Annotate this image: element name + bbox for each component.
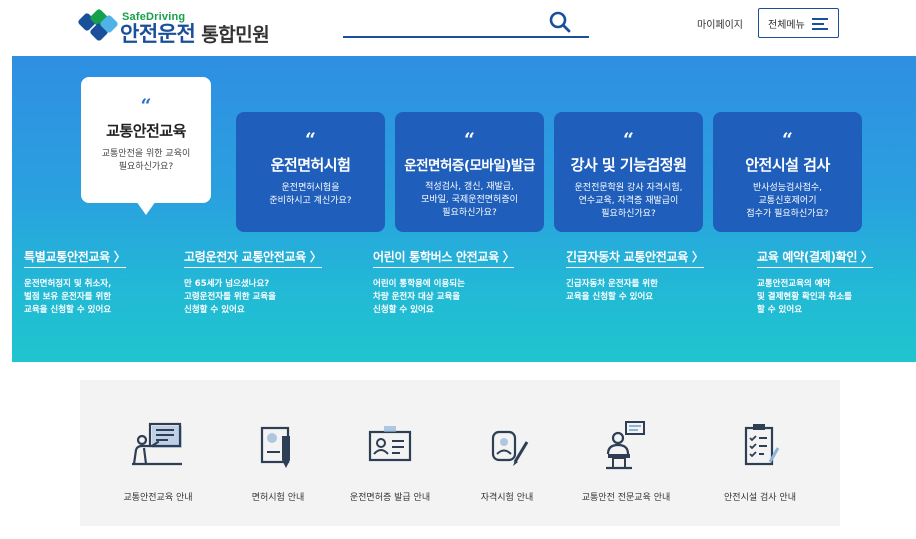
service-label: 운전면허증 발급 안내 <box>349 493 431 503</box>
checklist-clipboard-icon <box>744 424 780 466</box>
service-traffic-education-guide[interactable]: 교통안전교육 안내 <box>98 418 218 503</box>
card-license-exam[interactable]: “ 운전면허시험 운전면허시험을 준비하시고 계신가요? <box>236 112 385 232</box>
license-card-icon <box>368 426 412 462</box>
card-title: 운전면허시험 <box>270 156 351 174</box>
hamburger-menu-icon <box>812 18 828 30</box>
link-special-traffic-education[interactable]: 특별교통안전교육 〉 운전면허정지 및 취소자, 벌점 보유 운전자를 위한 교… <box>24 246 126 317</box>
site-logo[interactable]: SafeDriving 안전운전 통합민원 <box>77 8 270 48</box>
service-professional-education-guide[interactable]: 교통안전 전문교육 안내 <box>566 418 686 503</box>
link-title[interactable]: 교육 예약(결제)확인 〉 <box>757 248 873 268</box>
exam-paper-pen-icon <box>260 426 290 468</box>
link-description: 교통안전교육의 예약 및 결제현황 확인과 취소를 할 수 있어요 <box>757 279 852 315</box>
link-description: 긴급자동차 운전자를 위한 교육을 신청할 수 있어요 <box>566 279 658 302</box>
service-label: 안전시설 검사 안내 <box>724 493 796 503</box>
service-license-issuance-guide[interactable]: 운전면허증 발급 안내 <box>330 418 450 503</box>
logo-tail: 통합민원 <box>201 23 270 46</box>
card-title: 운전면허증(모바일)발급 <box>404 158 535 174</box>
service-license-exam-guide[interactable]: 면허시험 안내 <box>218 418 338 503</box>
link-reservation-check[interactable]: 교육 예약(결제)확인 〉 교통안전교육의 예약 및 결제현황 확인과 취소를 … <box>757 246 873 317</box>
lecture-board-icon <box>132 422 182 466</box>
link-elderly-driver-education[interactable]: 고령운전자 교통안전교육 〉 만 65세가 넘으셨나요? 고령운전자를 위한 교… <box>184 246 322 317</box>
service-label: 교통안전교육 안내 <box>123 493 193 503</box>
link-school-bus-education[interactable]: 어린이 통학버스 안전교육 〉 어린이 통학용에 이용되는 차량 운전자 대상 … <box>373 246 515 317</box>
link-title[interactable]: 고령운전자 교통안전교육 〉 <box>184 248 322 268</box>
service-label: 교통안전 전문교육 안내 <box>581 493 671 503</box>
card-title: 강사 및 기능검정원 <box>570 156 687 174</box>
card-license-issuance[interactable]: “ 운전면허증(모바일)발급 적성검사, 갱신, 재발급, 모바일, 국제운전면… <box>395 112 544 232</box>
service-safety-facility-guide[interactable]: 안전시설 검사 안내 <box>700 418 820 503</box>
mypage-link[interactable]: 마이페이지 <box>697 16 743 31</box>
card-description: 적성검사, 갱신, 재발급, 모바일, 국제운전면허증이 필요하신가요? <box>421 182 518 218</box>
logo-mark-icon <box>77 8 119 45</box>
card-description: 운전전문학원 강사 자격시험, 연수교육, 자격증 재발급이 필요하신가요? <box>574 183 683 219</box>
card-traffic-safety-education[interactable]: “ 교통안전교육 교통안전을 위한 교육이 필요하신가요? <box>81 77 211 215</box>
link-description: 어린이 통학용에 이용되는 차량 운전자 대상 교육을 신청할 수 있어요 <box>373 279 465 315</box>
all-menu-button[interactable]: 전체메뉴 <box>758 8 839 38</box>
card-description: 운전면허시험을 준비하시고 계신가요? <box>269 183 352 206</box>
link-title[interactable]: 어린이 통학버스 안전교육 〉 <box>373 248 515 268</box>
all-menu-label: 전체메뉴 <box>768 19 805 31</box>
service-label: 자격시험 안내 <box>480 493 534 503</box>
card-instructor-examiner[interactable]: “ 강사 및 기능검정원 운전전문학원 강사 자격시험, 연수교육, 자격증 재… <box>554 112 703 232</box>
service-label: 면허시험 안내 <box>251 493 305 503</box>
service-qualification-exam-guide[interactable]: 자격시험 안내 <box>447 418 567 503</box>
service-guide-panel: 교통안전교육 안내 면허시험 안내 운전면허증 발급 안내 자격시험 안내 교통… <box>80 380 840 526</box>
logo-brand: 안전운전 <box>120 21 196 46</box>
search-icon[interactable] <box>549 11 571 33</box>
card-safety-facility-inspection[interactable]: “ 안전시설 검사 반사성능검사접수, 교통신호제어기 접수가 필요하신가요? <box>713 112 862 232</box>
search-bar <box>343 8 589 38</box>
quote-icon: “ <box>782 129 793 151</box>
site-header: SafeDriving 안전운전 통합민원 마이페이지 전체메뉴 <box>0 0 916 56</box>
quote-icon: “ <box>464 129 475 151</box>
link-description: 만 65세가 넘으셨나요? 고령운전자를 위한 교육을 신청할 수 있어요 <box>184 279 276 315</box>
card-description: 반사성능검사접수, 교통신호제어기 접수가 필요하신가요? <box>746 183 829 219</box>
logo-subtitle: SafeDriving <box>122 10 186 23</box>
card-title: 교통안전교육 <box>106 122 186 140</box>
card-title: 안전시설 검사 <box>745 156 830 174</box>
search-input[interactable] <box>343 12 543 34</box>
qualification-pen-icon <box>491 430 529 466</box>
quote-icon: “ <box>140 95 152 117</box>
speaker-podium-icon <box>606 421 645 470</box>
link-emergency-vehicle-education[interactable]: 긴급자동차 교통안전교육 〉 긴급자동차 운전자를 위한 교육을 신청할 수 있… <box>566 246 704 304</box>
card-description: 교통안전을 위한 교육이 필요하신가요? <box>101 149 191 172</box>
hero-banner: “ 교통안전교육 교통안전을 위한 교육이 필요하신가요? “ 운전면허시험 운… <box>12 56 916 362</box>
quote-icon: “ <box>305 129 316 151</box>
link-description: 운전면허정지 및 취소자, 벌점 보유 운전자를 위한 교육을 신청할 수 있어… <box>24 279 112 315</box>
link-title[interactable]: 특별교통안전교육 〉 <box>24 248 126 268</box>
link-title[interactable]: 긴급자동차 교통안전교육 〉 <box>566 248 704 268</box>
quote-icon: “ <box>623 129 634 151</box>
